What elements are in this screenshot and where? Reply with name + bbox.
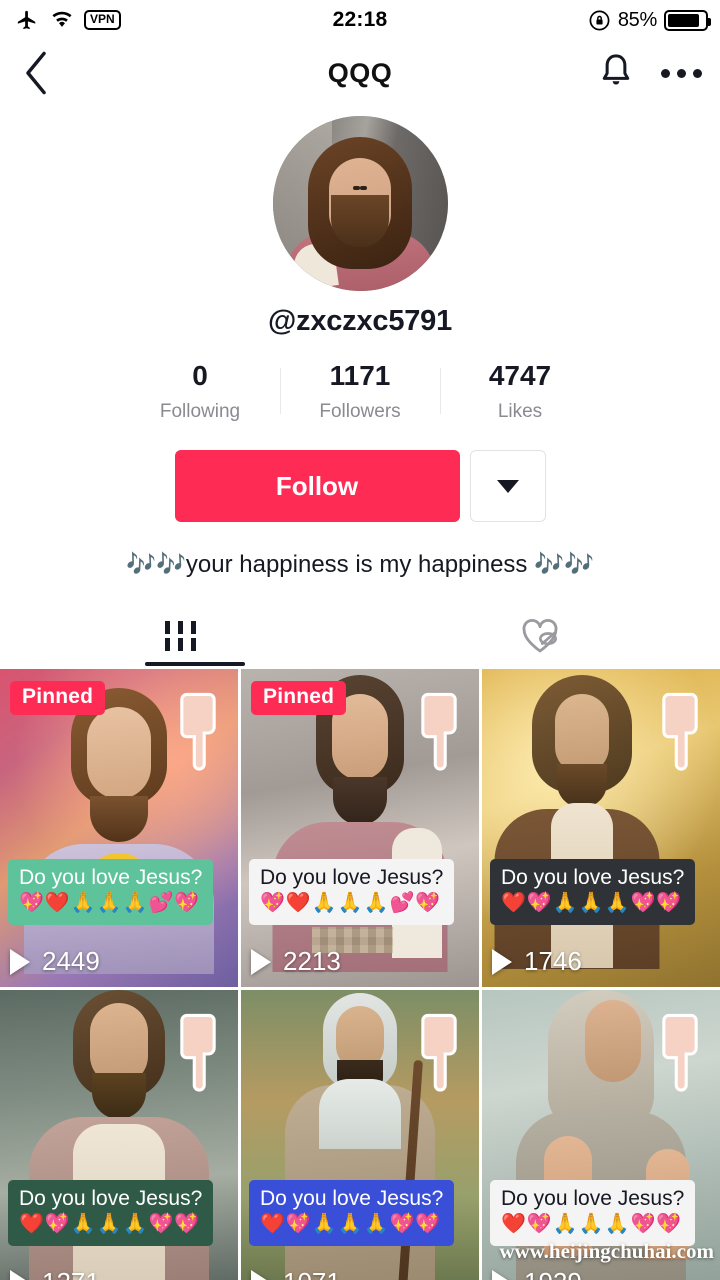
caption-emojis: ❤️💖🙏🙏🙏💖💖 — [501, 892, 683, 915]
video-views-6: 1929 — [492, 1267, 582, 1280]
view-count: 2213 — [283, 946, 341, 976]
video-caption-2: Do you love Jesus? 💖❤️🙏🙏🙏💕💖 — [249, 858, 455, 925]
likes-label: Likes — [497, 401, 543, 422]
avatar-container — [0, 116, 720, 291]
rotation-lock-icon — [589, 10, 610, 30]
caption-emojis: ❤️💖🙏🙏🙏💖💖 — [501, 1213, 683, 1236]
status-bar-left: VPN — [14, 9, 121, 31]
pointing-hand-icon — [180, 1013, 216, 1092]
more-options-icon[interactable] — [661, 68, 702, 78]
likes-count: 4747 — [488, 360, 552, 391]
pointing-hand-icon — [662, 692, 698, 771]
airplane-icon — [17, 10, 36, 30]
caption-text: Do you love Jesus? — [19, 1186, 203, 1210]
chevron-down-icon — [496, 479, 519, 493]
battery-percent: 85% — [617, 8, 657, 31]
video-thumbnail-6[interactable]: Do you love Jesus? ❤️💖🙏🙏🙏💖💖 www.heijingc… — [482, 990, 720, 1280]
tab-videos[interactable] — [0, 606, 360, 666]
play-icon — [251, 1269, 271, 1280]
following-count: 0 — [192, 360, 208, 391]
view-count: 1071 — [283, 1267, 341, 1280]
play-icon — [10, 1269, 30, 1280]
profile-header: QQQ — [0, 40, 720, 106]
video-thumbnail-5[interactable]: Do you love Jesus? ❤️💖🙏🙏🙏💖💖 1071 — [241, 990, 479, 1280]
tab-active-indicator — [145, 662, 245, 666]
bell-icon[interactable] — [597, 52, 635, 94]
video-views-4: 1271 — [10, 1267, 100, 1280]
video-thumbnail-1[interactable]: Pinned Do you love Jesus? 💖❤️🙏🙏🙏💕💖 2449 — [0, 669, 238, 987]
play-icon — [251, 948, 271, 975]
play-icon — [492, 948, 512, 975]
site-watermark: www.heijingchuhai.com — [499, 1239, 714, 1263]
header-actions — [597, 52, 702, 94]
video-thumbnail-2[interactable]: Pinned Do you love Jesus? 💖❤️🙏🙏🙏💕💖 2213 — [241, 669, 479, 987]
pointing-hand-icon — [180, 692, 216, 771]
caption-text: Do you love Jesus? — [501, 1186, 685, 1210]
pinned-badge: Pinned — [10, 681, 106, 715]
vpn-badge: VPN — [84, 10, 121, 30]
video-views-3: 1746 — [492, 946, 582, 977]
pointing-hand-icon — [421, 1013, 457, 1092]
caption-text: Do you love Jesus? — [501, 865, 685, 889]
video-caption-3: Do you love Jesus? ❤️💖🙏🙏🙏💖💖 — [490, 858, 696, 925]
username: @zxczxc5791 — [267, 305, 453, 337]
status-bar: VPN 22:18 85% — [0, 0, 720, 40]
video-caption-5: Do you love Jesus? ❤️💖🙏🙏🙏💖💖 — [249, 1179, 455, 1246]
profile-bio: 🎶🎶your happiness is my happiness 🎶🎶 — [126, 551, 594, 578]
status-bar-right: 85% — [588, 0, 711, 40]
video-caption-6: Do you love Jesus? ❤️💖🙏🙏🙏💖💖 — [490, 1179, 696, 1246]
profile-stats: 0 Following 1171 Followers 4747 Likes — [0, 360, 720, 423]
video-thumbnail-4[interactable]: Do you love Jesus? ❤️💖🙏🙏🙏💖💖 1271 — [0, 990, 238, 1280]
pointing-hand-icon — [421, 692, 457, 771]
profile-actions: Follow — [0, 450, 720, 522]
view-count: 2449 — [42, 946, 100, 976]
grid-icon — [164, 621, 196, 651]
view-count: 1746 — [524, 946, 582, 976]
stat-followers[interactable]: 1171 Followers — [280, 360, 440, 423]
caption-emojis: ❤️💖🙏🙏🙏💖💖 — [19, 1213, 201, 1236]
pointing-hand-icon — [662, 1013, 698, 1092]
tiktok-profile-screen: VPN 22:18 85% QQQ @zxczxc5791 0 Followin… — [0, 0, 720, 1280]
avatar[interactable] — [272, 116, 448, 291]
video-grid: Pinned Do you love Jesus? 💖❤️🙏🙏🙏💕💖 2449 — [0, 669, 720, 1280]
video-caption-4: Do you love Jesus? ❤️💖🙏🙏🙏💖💖 — [8, 1179, 214, 1246]
video-views-1: 2449 — [10, 946, 100, 977]
view-count: 1929 — [524, 1267, 582, 1280]
caption-emojis: ❤️💖🙏🙏🙏💖💖 — [260, 1213, 442, 1236]
pinned-badge: Pinned — [251, 681, 347, 715]
video-thumbnail-3[interactable]: Do you love Jesus? ❤️💖🙏🙏🙏💖💖 1746 — [482, 669, 720, 987]
heart-hidden-icon — [522, 618, 558, 653]
followers-count: 1171 — [329, 360, 391, 391]
stat-likes[interactable]: 4747 Likes — [440, 360, 600, 423]
caption-text: Do you love Jesus? — [260, 865, 444, 889]
follow-dropdown-button[interactable] — [469, 450, 546, 522]
caption-text: Do you love Jesus? — [19, 865, 203, 889]
back-chevron-icon[interactable] — [22, 50, 50, 96]
stat-following[interactable]: 0 Following — [120, 360, 280, 423]
tab-liked[interactable] — [360, 606, 720, 666]
caption-text: Do you love Jesus? — [260, 1186, 444, 1210]
video-caption-1: Do you love Jesus? 💖❤️🙏🙏🙏💕💖 — [8, 858, 214, 925]
play-icon — [10, 948, 30, 975]
video-views-5: 1071 — [251, 1267, 341, 1280]
caption-emojis: 💖❤️🙏🙏🙏💕💖 — [260, 892, 442, 915]
view-count: 1271 — [42, 1267, 100, 1280]
battery-icon — [664, 9, 711, 31]
video-views-2: 2213 — [251, 946, 341, 977]
followers-label: Followers — [319, 401, 401, 422]
caption-emojis: 💖❤️🙏🙏🙏💕💖 — [19, 892, 201, 915]
following-label: Following — [159, 401, 241, 422]
profile-tabs — [0, 606, 720, 666]
wifi-icon — [52, 11, 72, 27]
play-icon — [492, 1269, 512, 1280]
follow-button[interactable]: Follow — [174, 450, 460, 522]
